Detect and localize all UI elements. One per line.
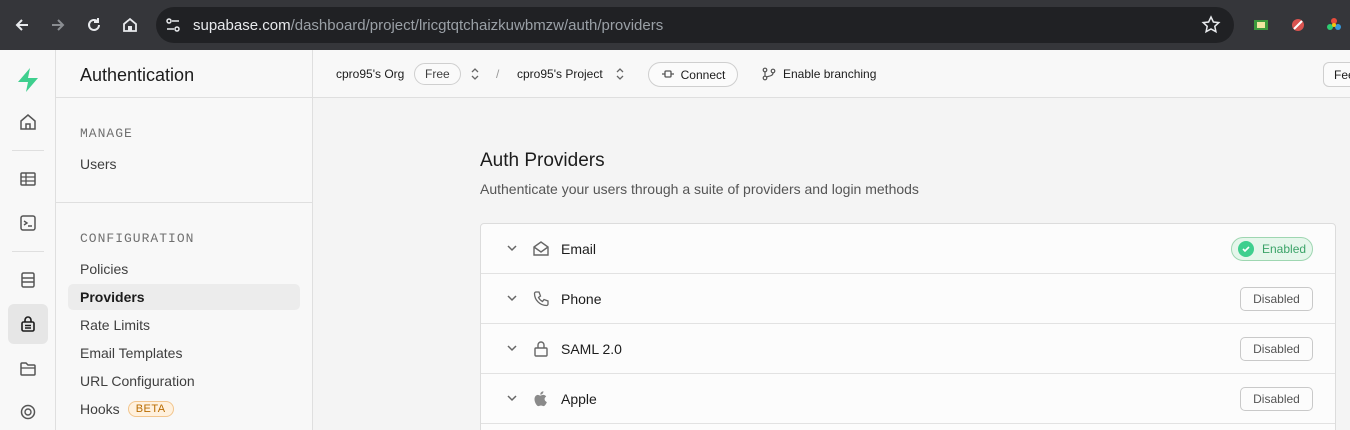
database-icon[interactable] xyxy=(8,260,48,300)
provider-row-email[interactable]: Email Enabled xyxy=(481,224,1335,274)
sql-editor-icon[interactable] xyxy=(8,203,48,243)
sidebar-item-hooks[interactable]: Hooks BETA xyxy=(68,396,300,422)
project-topbar: cpro95's Org Free / cpro95's Project Con… xyxy=(313,50,1350,98)
sidebar-item-rate-limits[interactable]: Rate Limits xyxy=(68,312,300,338)
sidebar-divider xyxy=(56,202,313,203)
url-domain: supabase.com xyxy=(193,17,291,34)
forward-icon[interactable] xyxy=(46,13,70,37)
feedback-label: Fee xyxy=(1334,67,1350,82)
provider-row-apple[interactable]: Apple Disabled xyxy=(481,374,1335,424)
apple-icon xyxy=(531,389,551,409)
page-subtitle: Authenticate your users through a suite … xyxy=(480,181,919,197)
status-badge: Enabled xyxy=(1231,237,1313,261)
main-content: Auth Providers Authenticate your users t… xyxy=(313,98,1350,430)
extension-block-icon[interactable] xyxy=(1290,17,1306,33)
table-editor-icon[interactable] xyxy=(8,159,48,199)
section-label-manage: MANAGE xyxy=(80,126,133,141)
url-path: /dashboard/project/lricgtqtchaizkuwbmzw/… xyxy=(290,17,664,34)
authentication-icon[interactable] xyxy=(8,304,48,344)
plug-icon xyxy=(661,68,675,82)
phone-icon xyxy=(531,289,551,309)
url-text[interactable]: supabase.com/dashboard/project/lricgtqtc… xyxy=(193,17,663,34)
breadcrumb-separator: / xyxy=(496,67,500,81)
home-icon[interactable] xyxy=(118,13,142,37)
sidebar-item-url-configuration[interactable]: URL Configuration xyxy=(68,368,300,394)
extension-color-icon[interactable] xyxy=(1326,17,1342,33)
branch-icon xyxy=(762,67,776,86)
left-icon-rail xyxy=(0,50,56,430)
sidebar-title: Authentication xyxy=(80,65,195,85)
project-home-icon[interactable] xyxy=(8,102,48,142)
check-icon xyxy=(1238,241,1254,257)
sidebar-item-email-templates[interactable]: Email Templates xyxy=(68,340,300,366)
status-badge: Disabled xyxy=(1240,337,1313,361)
plan-badge: Free xyxy=(414,63,461,85)
org-selector[interactable]: cpro95's Org xyxy=(336,67,404,81)
provider-name: SAML 2.0 xyxy=(561,341,622,357)
supabase-logo-icon[interactable] xyxy=(8,60,48,100)
rail-divider xyxy=(12,150,44,151)
sidebar-item-providers[interactable]: Providers xyxy=(68,284,300,310)
sidebar-item-label: Hooks xyxy=(80,401,120,417)
connect-button[interactable]: Connect xyxy=(648,62,738,87)
status-badge: Disabled xyxy=(1240,387,1313,411)
status-label: Enabled xyxy=(1262,242,1307,256)
realtime-icon[interactable] xyxy=(8,392,48,430)
provider-name: Phone xyxy=(561,291,602,307)
rail-divider xyxy=(12,251,44,252)
project-selector[interactable]: cpro95's Project xyxy=(517,67,603,81)
section-label-configuration: CONFIGURATION xyxy=(80,231,195,246)
sidebar-item-policies[interactable]: Policies xyxy=(68,256,300,282)
sidebar-divider xyxy=(56,97,313,98)
provider-row-phone[interactable]: Phone Disabled xyxy=(481,274,1335,324)
chevron-down-icon[interactable] xyxy=(505,391,519,405)
providers-list: Email Enabled Phone Disabled SAML 2.0 Di… xyxy=(480,223,1336,430)
chevron-down-icon[interactable] xyxy=(505,291,519,305)
provider-name: Apple xyxy=(561,391,597,407)
connect-label: Connect xyxy=(680,67,726,82)
provider-row-saml[interactable]: SAML 2.0 Disabled xyxy=(481,324,1335,374)
enable-branching-button[interactable]: Enable branching xyxy=(783,67,876,81)
provider-name: Email xyxy=(561,241,597,257)
org-switch-chevron-icon[interactable] xyxy=(470,66,480,87)
reload-icon[interactable] xyxy=(82,13,106,37)
project-switch-chevron-icon[interactable] xyxy=(615,66,625,87)
envelope-icon xyxy=(531,239,551,259)
beta-badge: BETA xyxy=(127,401,174,417)
feedback-button[interactable]: Fee xyxy=(1323,62,1350,87)
chevron-down-icon[interactable] xyxy=(505,341,519,355)
status-badge: Disabled xyxy=(1240,287,1313,311)
auth-sidebar: Authentication MANAGE Users CONFIGURATIO… xyxy=(56,50,313,430)
storage-icon[interactable] xyxy=(8,348,48,388)
sidebar-item-users[interactable]: Users xyxy=(68,151,300,177)
chevron-down-icon[interactable] xyxy=(505,241,519,255)
back-icon[interactable] xyxy=(10,13,34,37)
lock-icon xyxy=(531,339,551,359)
browser-toolbar: supabase.com/dashboard/project/lricgtqtc… xyxy=(0,0,1350,50)
bookmark-star-icon[interactable] xyxy=(1200,14,1222,36)
extension-flag-icon[interactable] xyxy=(1253,17,1269,33)
site-info-icon[interactable] xyxy=(164,16,182,34)
page-title: Auth Providers xyxy=(480,150,605,171)
